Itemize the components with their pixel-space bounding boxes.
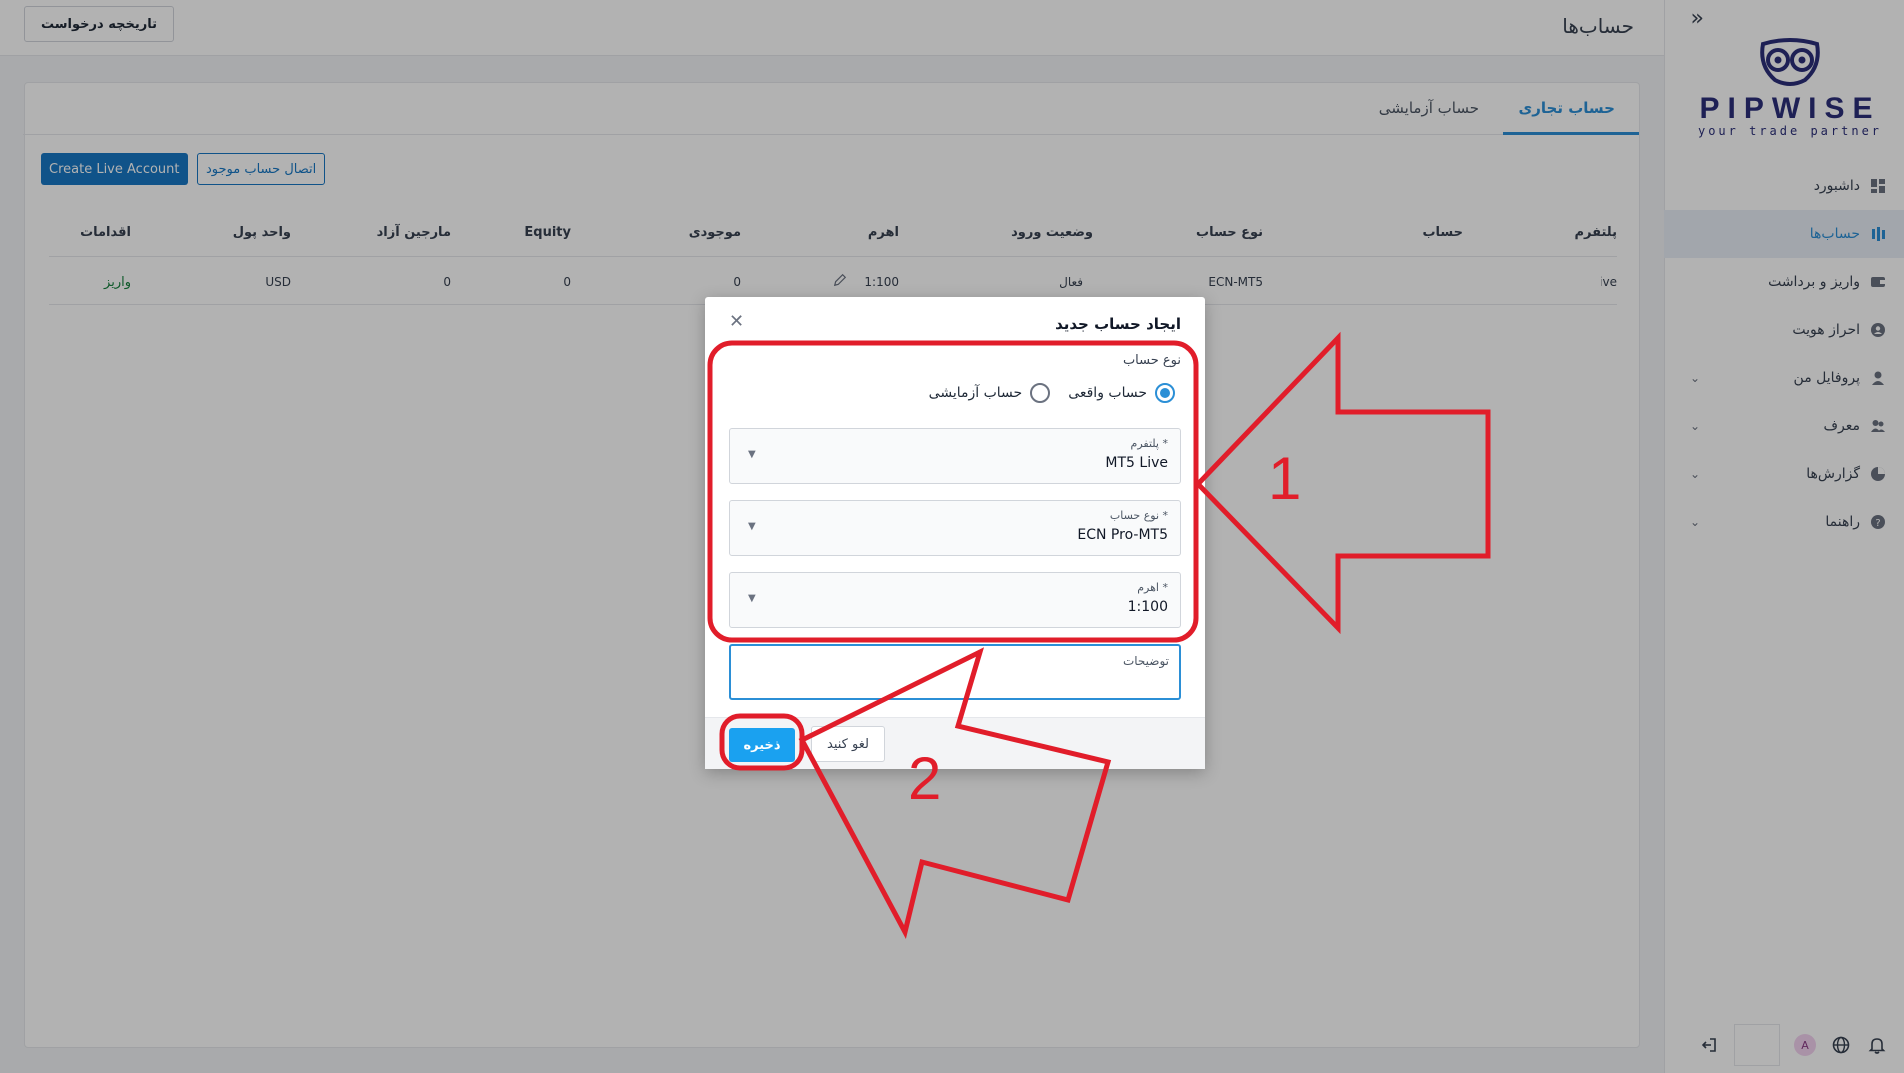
account-kind-label: نوع حساب	[1122, 353, 1181, 368]
account-type-select[interactable]: نوع حساب * ECN Pro-MT5 ▼	[729, 500, 1181, 556]
account-type-select-label: نوع حساب *	[1109, 509, 1168, 522]
platform-select-label: پلتفرم *	[1130, 437, 1168, 450]
radio-demo-label: حساب آزمایشی	[928, 385, 1023, 401]
modal-title: ایجاد حساب جدید	[1055, 315, 1181, 333]
account-kind-radio-group: حساب واقعی حساب آزمایشی	[929, 383, 1175, 403]
leverage-select-value: 1:100	[1127, 599, 1168, 615]
create-account-modal: ایجاد حساب جدید ✕ نوع حساب حساب واقعی حس…	[705, 297, 1205, 769]
caret-down-icon: ▼	[748, 593, 756, 604]
leverage-select-label: اهرم *	[1137, 581, 1168, 594]
account-type-select-value: ECN Pro-MT5	[1077, 527, 1168, 543]
platform-select-value: MT5 Live	[1105, 455, 1168, 471]
platform-select[interactable]: پلتفرم * MT5 Live ▼	[729, 428, 1181, 484]
close-icon[interactable]: ✕	[729, 311, 744, 332]
annotation-step-2: 2	[908, 745, 942, 812]
annotation-step-1: 1	[1268, 445, 1302, 512]
leverage-select[interactable]: اهرم * 1:100 ▼	[729, 572, 1181, 628]
radio-live-label: حساب واقعی	[1068, 385, 1147, 401]
caret-down-icon: ▼	[748, 521, 756, 532]
radio-demo-account[interactable]: حساب آزمایشی	[929, 383, 1051, 403]
notes-field-label: توضیحات	[1122, 654, 1169, 668]
cancel-button[interactable]: لغو کنید	[811, 726, 885, 762]
radio-unselected-icon	[1030, 383, 1051, 403]
notes-field[interactable]: توضیحات	[729, 644, 1181, 700]
radio-live-account[interactable]: حساب واقعی	[1068, 383, 1175, 403]
save-button[interactable]: ذخیره	[729, 728, 795, 762]
caret-down-icon: ▼	[748, 449, 756, 460]
radio-selected-icon	[1155, 383, 1175, 403]
modal-footer: لغو کنید ذخیره	[705, 717, 1205, 769]
